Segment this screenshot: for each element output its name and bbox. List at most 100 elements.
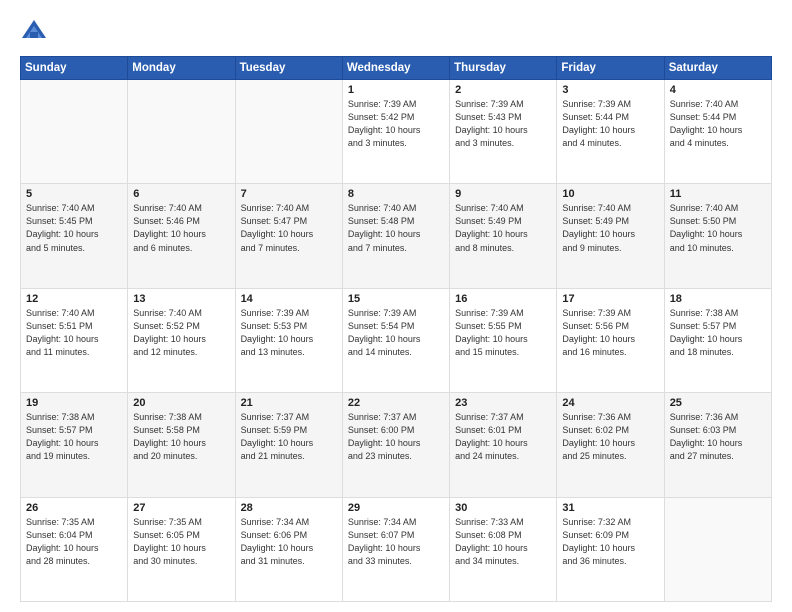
day-info: Sunrise: 7:36 AM Sunset: 6:02 PM Dayligh… bbox=[562, 411, 658, 463]
calendar-cell: 8 Sunrise: 7:40 AM Sunset: 5:48 PM Daylig… bbox=[342, 184, 449, 288]
day-number: 17 bbox=[562, 293, 658, 305]
day-info: Sunrise: 7:37 AM Sunset: 6:00 PM Dayligh… bbox=[348, 411, 444, 463]
day-number: 11 bbox=[670, 188, 766, 200]
calendar-week-5: 26 Sunrise: 7:35 AM Sunset: 6:04 PM Dayli… bbox=[21, 497, 772, 601]
day-number: 15 bbox=[348, 293, 444, 305]
calendar-cell: 17 Sunrise: 7:39 AM Sunset: 5:56 PM Dayli… bbox=[557, 288, 664, 392]
day-info: Sunrise: 7:35 AM Sunset: 6:05 PM Dayligh… bbox=[133, 516, 229, 568]
calendar-cell: 22 Sunrise: 7:37 AM Sunset: 6:00 PM Dayli… bbox=[342, 393, 449, 497]
day-number: 14 bbox=[241, 293, 337, 305]
weekday-header-sunday: Sunday bbox=[21, 57, 128, 80]
calendar-week-2: 5 Sunrise: 7:40 AM Sunset: 5:45 PM Daylig… bbox=[21, 184, 772, 288]
day-info: Sunrise: 7:38 AM Sunset: 5:57 PM Dayligh… bbox=[670, 307, 766, 359]
day-number: 5 bbox=[26, 188, 122, 200]
day-info: Sunrise: 7:34 AM Sunset: 6:06 PM Dayligh… bbox=[241, 516, 337, 568]
day-info: Sunrise: 7:40 AM Sunset: 5:52 PM Dayligh… bbox=[133, 307, 229, 359]
calendar-week-1: 1 Sunrise: 7:39 AM Sunset: 5:42 PM Daylig… bbox=[21, 80, 772, 184]
day-info: Sunrise: 7:39 AM Sunset: 5:43 PM Dayligh… bbox=[455, 98, 551, 150]
calendar-header: SundayMondayTuesdayWednesdayThursdayFrid… bbox=[21, 57, 772, 80]
day-info: Sunrise: 7:39 AM Sunset: 5:42 PM Dayligh… bbox=[348, 98, 444, 150]
calendar-week-3: 12 Sunrise: 7:40 AM Sunset: 5:51 PM Dayli… bbox=[21, 288, 772, 392]
day-info: Sunrise: 7:38 AM Sunset: 5:58 PM Dayligh… bbox=[133, 411, 229, 463]
calendar-cell: 29 Sunrise: 7:34 AM Sunset: 6:07 PM Dayli… bbox=[342, 497, 449, 601]
day-info: Sunrise: 7:40 AM Sunset: 5:47 PM Dayligh… bbox=[241, 202, 337, 254]
day-number: 12 bbox=[26, 293, 122, 305]
calendar-cell: 9 Sunrise: 7:40 AM Sunset: 5:49 PM Daylig… bbox=[450, 184, 557, 288]
calendar-cell: 27 Sunrise: 7:35 AM Sunset: 6:05 PM Dayli… bbox=[128, 497, 235, 601]
day-number: 8 bbox=[348, 188, 444, 200]
calendar-cell: 13 Sunrise: 7:40 AM Sunset: 5:52 PM Dayli… bbox=[128, 288, 235, 392]
day-number: 1 bbox=[348, 84, 444, 96]
day-info: Sunrise: 7:40 AM Sunset: 5:44 PM Dayligh… bbox=[670, 98, 766, 150]
day-number: 10 bbox=[562, 188, 658, 200]
day-number: 3 bbox=[562, 84, 658, 96]
calendar-cell: 23 Sunrise: 7:37 AM Sunset: 6:01 PM Dayli… bbox=[450, 393, 557, 497]
day-info: Sunrise: 7:37 AM Sunset: 6:01 PM Dayligh… bbox=[455, 411, 551, 463]
day-info: Sunrise: 7:40 AM Sunset: 5:49 PM Dayligh… bbox=[455, 202, 551, 254]
day-number: 31 bbox=[562, 502, 658, 514]
weekday-header-monday: Monday bbox=[128, 57, 235, 80]
day-info: Sunrise: 7:39 AM Sunset: 5:56 PM Dayligh… bbox=[562, 307, 658, 359]
calendar-cell: 25Sunrise: 7:36 AM Sunset: 6:03 PM Dayli… bbox=[664, 393, 771, 497]
calendar-cell: 21Sunrise: 7:37 AM Sunset: 5:59 PM Dayli… bbox=[235, 393, 342, 497]
day-info: Sunrise: 7:38 AM Sunset: 5:57 PM Dayligh… bbox=[26, 411, 122, 463]
calendar-week-4: 19 Sunrise: 7:38 AM Sunset: 5:57 PM Dayli… bbox=[21, 393, 772, 497]
calendar-cell: 20Sunrise: 7:38 AM Sunset: 5:58 PM Dayli… bbox=[128, 393, 235, 497]
calendar-cell: 16 Sunrise: 7:39 AM Sunset: 5:55 PM Dayli… bbox=[450, 288, 557, 392]
day-info: Sunrise: 7:40 AM Sunset: 5:45 PM Dayligh… bbox=[26, 202, 122, 254]
calendar-cell: 18 Sunrise: 7:38 AM Sunset: 5:57 PM Dayli… bbox=[664, 288, 771, 392]
day-number: 24 bbox=[562, 397, 658, 409]
day-info: Sunrise: 7:32 AM Sunset: 6:09 PM Dayligh… bbox=[562, 516, 658, 568]
page: SundayMondayTuesdayWednesdayThursdayFrid… bbox=[0, 0, 792, 612]
day-info: Sunrise: 7:36 AM Sunset: 6:03 PM Dayligh… bbox=[670, 411, 766, 463]
day-info: Sunrise: 7:40 AM Sunset: 5:48 PM Dayligh… bbox=[348, 202, 444, 254]
calendar-table: SundayMondayTuesdayWednesdayThursdayFrid… bbox=[20, 56, 772, 602]
calendar-cell bbox=[664, 497, 771, 601]
day-number: 4 bbox=[670, 84, 766, 96]
day-info: Sunrise: 7:33 AM Sunset: 6:08 PM Dayligh… bbox=[455, 516, 551, 568]
calendar-cell: 5 Sunrise: 7:40 AM Sunset: 5:45 PM Daylig… bbox=[21, 184, 128, 288]
calendar-cell: 11 Sunrise: 7:40 AM Sunset: 5:50 PM Dayli… bbox=[664, 184, 771, 288]
calendar-cell: 15Sunrise: 7:39 AM Sunset: 5:54 PM Dayli… bbox=[342, 288, 449, 392]
weekday-header-friday: Friday bbox=[557, 57, 664, 80]
logo-icon bbox=[20, 18, 48, 46]
calendar-cell: 7 Sunrise: 7:40 AM Sunset: 5:47 PM Daylig… bbox=[235, 184, 342, 288]
day-number: 26 bbox=[26, 502, 122, 514]
day-number: 18 bbox=[670, 293, 766, 305]
day-number: 7 bbox=[241, 188, 337, 200]
day-number: 19 bbox=[26, 397, 122, 409]
day-info: Sunrise: 7:40 AM Sunset: 5:51 PM Dayligh… bbox=[26, 307, 122, 359]
weekday-header-saturday: Saturday bbox=[664, 57, 771, 80]
day-info: Sunrise: 7:37 AM Sunset: 5:59 PM Dayligh… bbox=[241, 411, 337, 463]
calendar-cell: 30Sunrise: 7:33 AM Sunset: 6:08 PM Dayli… bbox=[450, 497, 557, 601]
day-number: 22 bbox=[348, 397, 444, 409]
day-number: 2 bbox=[455, 84, 551, 96]
day-info: Sunrise: 7:34 AM Sunset: 6:07 PM Dayligh… bbox=[348, 516, 444, 568]
calendar-cell: 31 Sunrise: 7:32 AM Sunset: 6:09 PM Dayli… bbox=[557, 497, 664, 601]
calendar-cell: 12 Sunrise: 7:40 AM Sunset: 5:51 PM Dayli… bbox=[21, 288, 128, 392]
day-number: 13 bbox=[133, 293, 229, 305]
day-number: 27 bbox=[133, 502, 229, 514]
calendar-cell: 10 Sunrise: 7:40 AM Sunset: 5:49 PM Dayli… bbox=[557, 184, 664, 288]
calendar-cell: 1 Sunrise: 7:39 AM Sunset: 5:42 PM Daylig… bbox=[342, 80, 449, 184]
day-info: Sunrise: 7:39 AM Sunset: 5:44 PM Dayligh… bbox=[562, 98, 658, 150]
calendar-cell: 2 Sunrise: 7:39 AM Sunset: 5:43 PM Daylig… bbox=[450, 80, 557, 184]
day-info: Sunrise: 7:39 AM Sunset: 5:53 PM Dayligh… bbox=[241, 307, 337, 359]
day-number: 9 bbox=[455, 188, 551, 200]
calendar-cell: 6Sunrise: 7:40 AM Sunset: 5:46 PM Daylig… bbox=[128, 184, 235, 288]
day-info: Sunrise: 7:35 AM Sunset: 6:04 PM Dayligh… bbox=[26, 516, 122, 568]
calendar-cell: 4 Sunrise: 7:40 AM Sunset: 5:44 PM Daylig… bbox=[664, 80, 771, 184]
day-number: 29 bbox=[348, 502, 444, 514]
weekday-header-thursday: Thursday bbox=[450, 57, 557, 80]
day-number: 23 bbox=[455, 397, 551, 409]
day-info: Sunrise: 7:40 AM Sunset: 5:46 PM Dayligh… bbox=[133, 202, 229, 254]
day-info: Sunrise: 7:40 AM Sunset: 5:49 PM Dayligh… bbox=[562, 202, 658, 254]
day-info: Sunrise: 7:39 AM Sunset: 5:55 PM Dayligh… bbox=[455, 307, 551, 359]
calendar-cell: 24 Sunrise: 7:36 AM Sunset: 6:02 PM Dayli… bbox=[557, 393, 664, 497]
header bbox=[20, 18, 772, 46]
day-number: 16 bbox=[455, 293, 551, 305]
calendar-cell: 14 Sunrise: 7:39 AM Sunset: 5:53 PM Dayli… bbox=[235, 288, 342, 392]
day-info: Sunrise: 7:40 AM Sunset: 5:50 PM Dayligh… bbox=[670, 202, 766, 254]
weekday-header-wednesday: Wednesday bbox=[342, 57, 449, 80]
calendar-body: 1 Sunrise: 7:39 AM Sunset: 5:42 PM Daylig… bbox=[21, 80, 772, 602]
